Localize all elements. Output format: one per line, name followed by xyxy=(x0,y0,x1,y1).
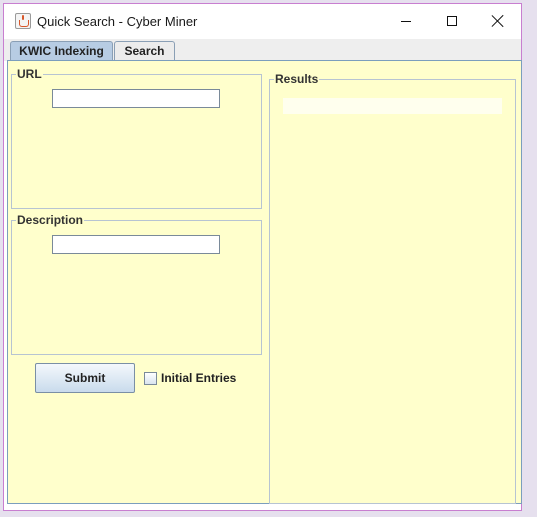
initial-entries-checkbox[interactable] xyxy=(144,372,157,385)
submit-button[interactable]: Submit xyxy=(35,363,135,393)
tab-kwic-indexing[interactable]: KWIC Indexing xyxy=(10,41,113,61)
description-legend: Description xyxy=(17,213,84,227)
results-list[interactable] xyxy=(283,98,502,114)
kwic-indexing-panel: URL Description Results Submit Initial E… xyxy=(7,60,522,504)
initial-entries-label: Initial Entries xyxy=(161,371,237,385)
maximize-button[interactable] xyxy=(429,4,475,39)
title-bar[interactable]: Quick Search - Cyber Miner xyxy=(4,4,521,39)
results-group: Results xyxy=(269,72,516,504)
minimize-icon xyxy=(401,21,411,22)
close-button[interactable] xyxy=(475,4,521,39)
window-title: Quick Search - Cyber Miner xyxy=(37,14,198,29)
maximize-icon xyxy=(447,16,457,26)
results-legend: Results xyxy=(275,72,319,86)
tab-strip: KWIC Indexing Search xyxy=(4,39,521,61)
url-legend: URL xyxy=(17,67,42,81)
close-icon xyxy=(491,14,505,28)
description-input[interactable] xyxy=(52,235,220,254)
app-window: Quick Search - Cyber Miner KWIC Indexing… xyxy=(3,3,522,511)
minimize-button[interactable] xyxy=(383,4,429,39)
tab-search[interactable]: Search xyxy=(114,41,175,61)
java-cup-icon xyxy=(15,13,31,29)
url-input[interactable] xyxy=(52,89,220,108)
